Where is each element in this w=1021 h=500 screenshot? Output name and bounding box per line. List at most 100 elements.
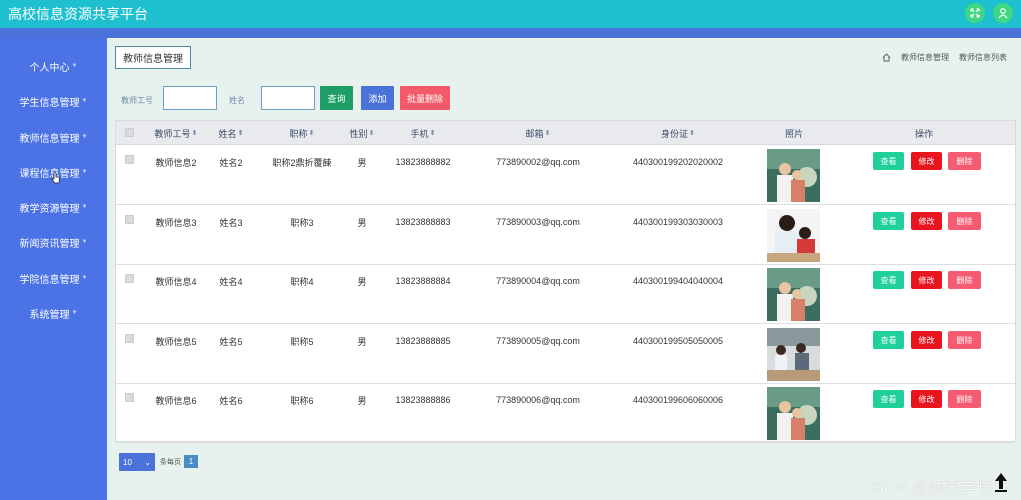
cell-teacher-id: 教师信息5 (155, 336, 197, 347)
delete-button[interactable]: 删除 (948, 152, 981, 170)
caret-down-icon: ▼ (81, 204, 88, 210)
sidebar-item-label: 系统管理 (29, 309, 70, 321)
column-header-label: 教师工号 (154, 128, 191, 139)
sidebar-item-label: 学院信息管理 (19, 274, 80, 286)
delete-button[interactable]: 删除 (948, 331, 981, 349)
cell-idcard: 440300199404040004 (632, 276, 724, 286)
sort-icon: ⬍ (237, 130, 244, 137)
caret-down-icon: ▼ (71, 63, 78, 69)
column-header-idcard[interactable]: 身份证 ⬍ (618, 121, 738, 145)
cell-email: 773890002@qq.com (496, 157, 580, 167)
edit-button[interactable]: 修改 (911, 152, 942, 170)
cell-phone: 13823888885 (395, 336, 451, 346)
per-page-label: 条每页 (160, 459, 181, 466)
column-header-label: 邮箱 (525, 128, 544, 139)
sidebar-item-teacher-info[interactable]: 教师信息管理 ▼ (0, 127, 107, 147)
hand-cursor-icon (51, 172, 60, 184)
column-header-phone[interactable]: 手机 ⬍ (391, 121, 455, 145)
main-content: 教师信息管理 教师信息管理 教师信息列表 教师工号 姓名 查询 添加 批量删除 … (107, 38, 1021, 500)
cell-teacher-id: 教师信息6 (155, 395, 197, 406)
column-header-title[interactable]: 职称 ⬍ (270, 121, 334, 145)
cell-name: 姓名3 (219, 217, 243, 228)
row-checkbox[interactable] (125, 393, 134, 402)
page-number-button[interactable]: 1 (184, 455, 198, 468)
cell-title: 职称5 (290, 336, 314, 347)
caret-down-icon: ▼ (81, 169, 88, 175)
batch-delete-button[interactable]: 批量删除 (400, 86, 450, 110)
cell-teacher-id: 教师信息4 (155, 276, 197, 287)
row-checkbox[interactable] (125, 215, 134, 224)
caret-down-icon: ▼ (81, 275, 88, 281)
sidebar-item-student-info[interactable]: 学生信息管理 ▼ (0, 91, 107, 111)
page-size-value: 10 (123, 457, 132, 467)
cell-email: 773890004@qq.com (496, 276, 580, 286)
cell-name: 姓名5 (219, 336, 243, 347)
watermark: CSDN @纳米学长 (862, 480, 993, 497)
row-checkbox[interactable] (125, 155, 134, 164)
sidebar-item-label: 学生信息管理 (19, 97, 80, 109)
table-header: 教师工号 ⬍ 姓名 ⬍ 职称 ⬍ 性别 ⬍ 手机 ⬍ 邮箱 ⬍ 身份证 ⬍ 照片 操作 (116, 121, 1015, 145)
user-icon[interactable] (993, 3, 1013, 23)
home-icon[interactable] (882, 53, 891, 62)
cell-gender: 男 (357, 217, 367, 228)
cell-gender: 男 (357, 336, 367, 347)
add-button[interactable]: 添加 (361, 86, 394, 110)
cell-gender: 男 (357, 395, 367, 406)
column-header-label: 性别 (349, 128, 368, 139)
section-title: 教师信息管理 (115, 46, 191, 69)
delete-button[interactable]: 删除 (948, 212, 981, 230)
teacher-photo (767, 149, 820, 202)
sort-icon: ⬍ (368, 130, 375, 137)
sidebar-item-system[interactable]: 系统管理 ▼ (0, 303, 107, 323)
caret-down-icon: ▼ (71, 310, 78, 316)
view-button[interactable]: 查看 (873, 271, 904, 289)
column-header-email[interactable]: 邮箱 ⬍ (478, 121, 598, 145)
table-row: 教师信息5 姓名5 职称5 男 13823888885 773890005@qq… (116, 325, 1015, 384)
cell-gender: 男 (357, 157, 367, 168)
view-button[interactable]: 查看 (873, 152, 904, 170)
column-header-gender[interactable]: 性别 ⬍ (342, 121, 382, 145)
cell-title: 职称4 (290, 276, 314, 287)
sidebar-item-teaching-resources[interactable]: 教学资源管理 ▼ (0, 197, 107, 217)
table-row: 教师信息4 姓名4 职称4 男 13823888884 773890004@qq… (116, 265, 1015, 324)
sidebar-item-personal-center[interactable]: 个人中心 ▼ (0, 56, 107, 76)
cell-title: 职称3 (290, 217, 314, 228)
teacher-table: 教师工号 ⬍ 姓名 ⬍ 职称 ⬍ 性别 ⬍ 手机 ⬍ 邮箱 ⬍ 身份证 ⬍ 照片 操作 教师信… (115, 120, 1016, 443)
table-row: 教师信息3 姓名3 职称3 男 13823888883 773890003@qq… (116, 206, 1015, 265)
scroll-to-top-icon[interactable] (994, 472, 1008, 492)
fullscreen-icon[interactable] (965, 3, 985, 23)
sort-icon: ⬍ (308, 130, 315, 137)
header-strip (0, 28, 1021, 38)
cell-email: 773890006@qq.com (496, 395, 580, 405)
chevron-down-icon: ⌄ (144, 457, 151, 467)
column-header-name[interactable]: 姓名 ⬍ (212, 121, 250, 145)
query-button[interactable]: 查询 (320, 86, 353, 110)
row-checkbox[interactable] (125, 334, 134, 343)
edit-button[interactable]: 修改 (911, 212, 942, 230)
select-all-checkbox[interactable] (125, 128, 134, 137)
delete-button[interactable]: 删除 (948, 390, 981, 408)
column-header-photo: 照片 (768, 121, 820, 145)
sort-icon: ⬍ (429, 130, 436, 137)
edit-button[interactable]: 修改 (911, 390, 942, 408)
view-button[interactable]: 查看 (873, 390, 904, 408)
teacher-photo (767, 387, 820, 440)
sidebar-item-news[interactable]: 新闻资讯管理 ▼ (0, 232, 107, 252)
breadcrumb-item[interactable]: 教师信息管理 (901, 52, 949, 63)
edit-button[interactable]: 修改 (911, 331, 942, 349)
column-header-teacher-id[interactable]: 教师工号 ⬍ (152, 121, 200, 145)
name-input[interactable] (261, 86, 315, 110)
edit-button[interactable]: 修改 (911, 271, 942, 289)
table-row: 教师信息2 姓名2 职称2鼎折覆餗 男 13823888882 77389000… (116, 146, 1015, 205)
delete-button[interactable]: 删除 (948, 271, 981, 289)
view-button[interactable]: 查看 (873, 331, 904, 349)
cell-name: 姓名6 (219, 395, 243, 406)
view-button[interactable]: 查看 (873, 212, 904, 230)
cell-phone: 13823888883 (395, 217, 451, 227)
row-checkbox[interactable] (125, 274, 134, 283)
teacher-id-input[interactable] (163, 86, 217, 110)
column-header-label: 手机 (410, 128, 429, 139)
cell-teacher-id: 教师信息3 (155, 217, 197, 228)
page-size-select[interactable]: 10 ⌄ (119, 453, 155, 471)
sidebar-item-college-info[interactable]: 学院信息管理 ▼ (0, 268, 107, 288)
